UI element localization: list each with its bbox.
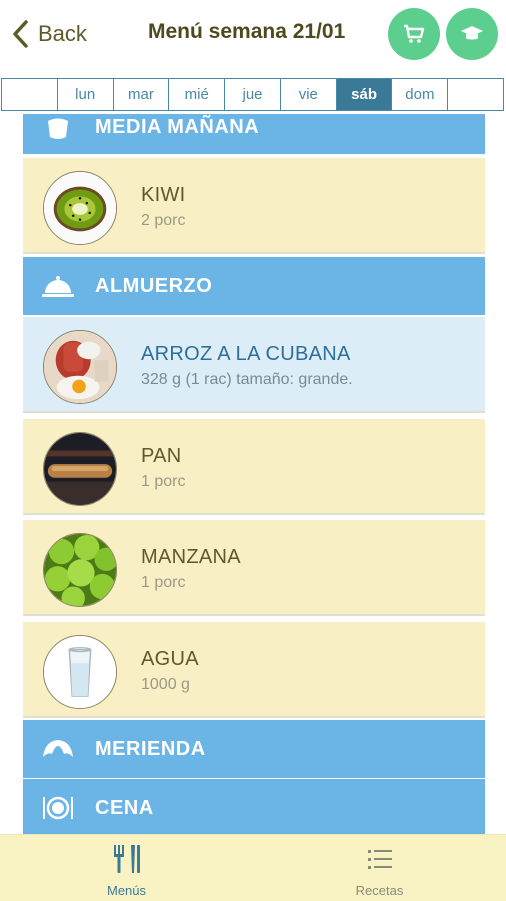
section-label: MERIENDA [95,737,206,760]
back-button[interactable]: Back [10,16,87,52]
item-quantity: 328 g (1 rac) tamaño: grande. [141,371,353,388]
chevron-left-icon [13,20,28,48]
cutlery-icon [112,843,142,875]
nav-recetas[interactable]: Recetas [253,835,506,901]
list-icon [365,843,395,875]
plate-cutlery-icon [41,793,75,823]
food-thumbnail-kiwi [43,171,117,245]
food-thumbnail-manzana [43,533,117,607]
graduation-cap-icon [461,26,483,40]
app-header: Back Menú semana 21/01 [0,0,506,70]
day-tab-next[interactable] [448,79,503,110]
day-tab-sab[interactable]: sáb [336,79,393,110]
item-name: ARROZ A LA CUBANA [141,343,351,365]
bottom-navigation: Menús Recetas [0,834,506,901]
meal-list[interactable]: MEDIA MAÑANA KIWI 2 porc ALMUERZO ARROZ … [23,114,485,834]
day-tabs: lun mar mié jue vie sáb dom [1,78,504,111]
item-name: KIWI [141,184,186,206]
day-tab-dom[interactable]: dom [392,79,449,110]
section-almuerzo[interactable]: ALMUERZO [23,257,485,315]
meal-item-agua[interactable]: AGUA 1000 g [23,622,485,718]
section-cena[interactable]: CENA [23,779,485,834]
section-label: CENA [95,796,154,819]
nav-label: Recetas [355,883,404,898]
item-name: MANZANA [141,546,241,568]
food-thumbnail-agua [43,635,117,709]
item-name: AGUA [141,648,199,670]
day-tab-mar[interactable]: mar [114,79,170,110]
meal-item-arroz[interactable]: ARROZ A LA CUBANA 328 g (1 rac) tamaño: … [23,317,485,413]
shopping-cart-icon [404,24,425,43]
graduation-cap-button[interactable] [446,8,498,60]
meal-item-pan[interactable]: PAN 1 porc [23,419,485,515]
meal-item-kiwi[interactable]: KIWI 2 porc [23,158,485,254]
day-tab-prev[interactable] [2,79,58,110]
page-title: Menú semana 21/01 [148,20,346,43]
item-quantity: 2 porc [141,212,186,229]
back-label: Back [38,21,87,46]
meal-item-manzana[interactable]: MANZANA 1 porc [23,520,485,616]
day-tab-mie[interactable]: mié [169,79,226,110]
day-tab-lun[interactable]: lun [58,79,114,110]
section-merienda[interactable]: MERIENDA [23,720,485,778]
item-quantity: 1 porc [141,574,186,591]
section-label: ALMUERZO [95,274,213,297]
nav-label: Menús [106,883,147,898]
section-label: MEDIA MAÑANA [95,115,260,138]
fruit-bowl-icon [41,114,75,142]
item-quantity: 1 porc [141,473,186,490]
shopping-cart-button[interactable] [388,8,440,60]
food-thumbnail-pan [43,432,117,506]
section-media-manana[interactable]: MEDIA MAÑANA [23,114,485,154]
item-name: PAN [141,445,182,467]
item-quantity: 1000 g [141,676,190,693]
cloche-icon [41,271,75,301]
day-tab-jue[interactable]: jue [225,79,281,110]
croissant-icon [41,734,75,764]
day-tab-vie[interactable]: vie [281,79,337,110]
nav-menus[interactable]: Menús [0,835,253,901]
food-thumbnail-arroz [43,330,117,404]
